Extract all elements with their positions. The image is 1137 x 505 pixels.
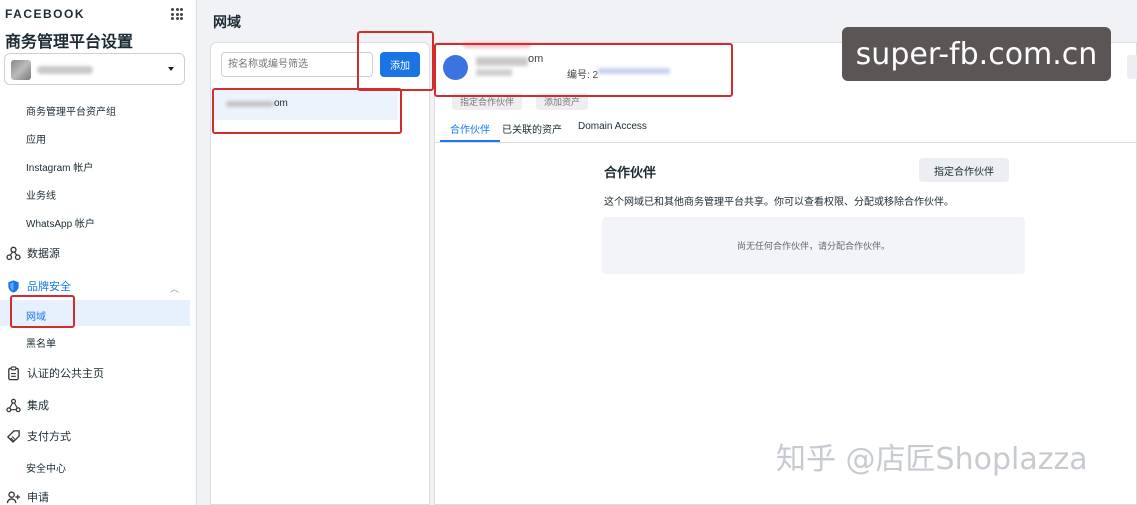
assign-partner-button[interactable]: 指定合作伙伴	[919, 158, 1009, 182]
partial-button-edge	[1127, 55, 1137, 79]
redacted-label	[463, 42, 531, 48]
domain-name-suffix: om	[274, 98, 288, 109]
sidebar-item-apps[interactable]: 应用	[26, 131, 46, 146]
sidebar-section-brand-safety[interactable]: 品牌安全	[5, 277, 71, 295]
domain-list-item[interactable]: om	[212, 90, 398, 120]
partners-description: 这个网域已和其他商务管理平台共享。你可以查看权限、分配或移除合作伙伴。	[604, 197, 954, 208]
filter-input[interactable]	[221, 52, 373, 77]
domain-avatar	[443, 55, 468, 80]
clipboard-icon	[5, 365, 21, 381]
domain-id-label: 编号: 2	[567, 70, 599, 81]
add-domain-button[interactable]: 添加	[380, 52, 420, 77]
sidebar-item-instagram[interactable]: Instagram 帐户	[26, 159, 93, 174]
sidebar-label-requests: 申请	[27, 492, 49, 504]
sidebar-section-payment[interactable]: 支付方式	[5, 427, 71, 445]
page-title: 网域	[213, 14, 241, 30]
business-name-redacted	[37, 66, 93, 74]
sidebar-item-business-lines[interactable]: 业务线	[26, 187, 56, 202]
sidebar-label-brand-safety: 品牌安全	[27, 281, 71, 293]
sidebar-section-data-sources[interactable]: 数据源	[5, 244, 60, 262]
payment-tag-icon	[5, 428, 21, 444]
sidebar-item-security-center[interactable]: 安全中心	[26, 460, 66, 475]
partners-empty-state: 尚无任何合作伙伴，请分配合作伙伴。	[602, 217, 1025, 274]
shield-icon	[5, 278, 21, 294]
sidebar-item-domains[interactable]: 网域	[26, 308, 46, 323]
app-grid-icon[interactable]	[171, 8, 183, 20]
chevron-up-icon[interactable]: ︿	[170, 282, 179, 295]
domain-title-suffix: om	[528, 53, 544, 65]
sidebar-label-verified-pages: 认证的公共主页	[27, 368, 104, 380]
sidebar-item-asset-groups[interactable]: 商务管理平台资产组	[26, 103, 116, 118]
detail-tabs: 合作伙伴 已关联的资产 Domain Access	[440, 118, 657, 142]
tab-linked-assets[interactable]: 已关联的资产	[500, 118, 572, 142]
tabs-divider	[434, 142, 1137, 143]
site-watermark: super-fb.com.cn	[842, 27, 1111, 81]
tab-partners[interactable]: 合作伙伴	[440, 118, 500, 142]
sidebar-item-blocklist[interactable]: 黑名单	[26, 335, 56, 350]
domain-title-redacted	[476, 57, 528, 66]
assign-partner-header-button[interactable]: 指定合作伙伴	[452, 93, 523, 110]
integration-icon	[5, 397, 21, 413]
data-source-icon	[5, 245, 21, 261]
tab-domain-access[interactable]: Domain Access	[572, 118, 657, 142]
domain-name-redacted	[226, 101, 274, 107]
sidebar-section-integrations[interactable]: 集成	[5, 396, 49, 414]
sidebar-label-integrations: 集成	[27, 400, 49, 412]
sidebar-section-requests[interactable]: 申请	[5, 488, 49, 505]
sidebar-title: 商务管理平台设置	[5, 34, 134, 51]
sidebar: FACEBOOK 商务管理平台设置 商务管理平台资产组 应用 Instagram…	[0, 0, 197, 505]
partners-section-title: 合作伙伴	[604, 165, 657, 180]
business-account-selector[interactable]	[4, 53, 185, 85]
sidebar-label-data-sources: 数据源	[27, 248, 60, 260]
empty-state-text: 尚无任何合作伙伴，请分配合作伙伴。	[736, 241, 890, 251]
business-avatar	[11, 60, 31, 80]
zhihu-watermark: 知乎 @店匠Shoplazza	[776, 442, 1088, 477]
domain-subtitle-redacted	[476, 69, 512, 76]
facebook-brand: FACEBOOK	[5, 7, 86, 21]
caret-down-icon	[168, 67, 174, 71]
add-person-icon	[5, 489, 21, 505]
sidebar-item-whatsapp[interactable]: WhatsApp 帐户	[26, 215, 95, 230]
domain-id-redacted	[598, 68, 670, 74]
sidebar-label-payment: 支付方式	[27, 431, 71, 443]
sidebar-section-verified-pages[interactable]: 认证的公共主页	[5, 364, 104, 382]
add-assets-header-button[interactable]: 添加资产	[536, 93, 589, 110]
